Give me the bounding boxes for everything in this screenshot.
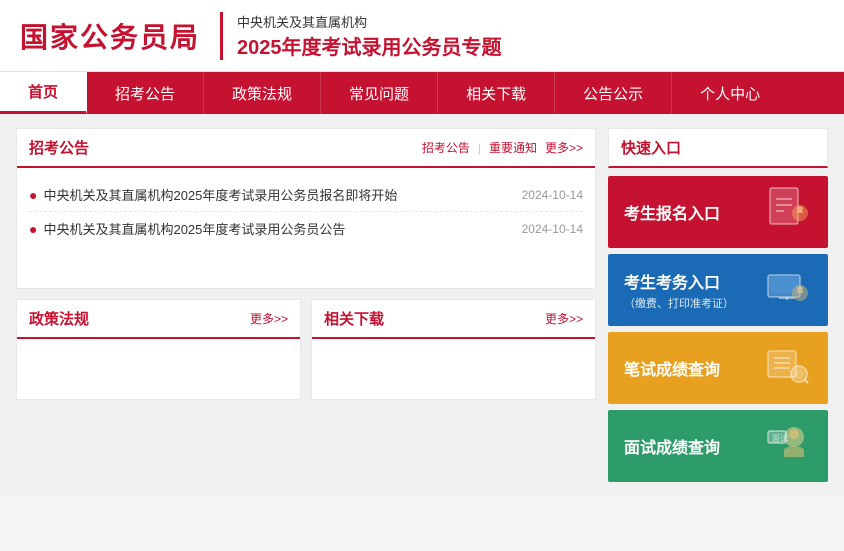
news-item-1[interactable]: ● 中央机关及其直属机构2025年度考试录用公务员公告 2024-10-14 bbox=[29, 212, 583, 245]
separator: | bbox=[478, 141, 481, 155]
quick-btn-registration-text: 考生报名入口 bbox=[624, 200, 720, 224]
quick-access-header: 快速入口 bbox=[608, 128, 828, 168]
quick-btn-exam-text: 考生考务入口 （缴费、打印准考证） bbox=[624, 269, 734, 311]
quick-btn-registration[interactable]: 考生报名入口 bbox=[608, 176, 828, 248]
news-item-0[interactable]: ● 中央机关及其直属机构2025年度考试录用公务员报名即将开始 2024-10-… bbox=[29, 178, 583, 212]
quick-buttons: 考生报名入口 考生考务入口 bbox=[608, 176, 828, 482]
news-bullet-1: ● bbox=[29, 221, 37, 237]
related-title: 相关下载 bbox=[324, 308, 384, 329]
announcement-panel: 招考公告 招考公告 | 重要通知 更多>> ● 中央机关及其直属机构2025年度… bbox=[16, 128, 596, 289]
quick-btn-interview-label: 面试成绩查询 bbox=[624, 434, 720, 458]
announcement-title: 招考公告 bbox=[29, 137, 89, 158]
nav-item-announcement[interactable]: 招考公告 bbox=[87, 72, 204, 114]
news-title-1[interactable]: 中央机关及其直属机构2025年度考试录用公务员公告 bbox=[43, 219, 511, 238]
related-more[interactable]: 更多>> bbox=[545, 310, 583, 327]
left-panel: 招考公告 招考公告 | 重要通知 更多>> ● 中央机关及其直属机构2025年度… bbox=[16, 128, 596, 482]
subtitle-bottom: 2025年度考试录用公务员专题 bbox=[237, 31, 502, 60]
announcement-header-right: 招考公告 | 重要通知 更多>> bbox=[422, 139, 583, 156]
bottom-panels: 政策法规 更多>> 相关下载 更多>> bbox=[16, 299, 596, 400]
announcement-more[interactable]: 更多>> bbox=[545, 139, 583, 156]
filter-link-1[interactable]: 招考公告 bbox=[422, 139, 470, 156]
news-title-0[interactable]: 中央机关及其直属机构2025年度考试录用公务员报名即将开始 bbox=[43, 185, 511, 204]
quick-btn-interview-text: 面试成绩查询 bbox=[624, 434, 720, 458]
quick-btn-registration-label: 考生报名入口 bbox=[624, 200, 720, 224]
quick-access-title: 快速入口 bbox=[621, 140, 681, 157]
nav-item-policy[interactable]: 政策法规 bbox=[204, 72, 321, 114]
header: 国家公务员局 中央机关及其直属机构 2025年度考试录用公务员专题 bbox=[0, 0, 844, 72]
quick-btn-score-label: 笔试成绩查询 bbox=[624, 356, 720, 380]
registration-icon bbox=[762, 183, 812, 242]
policy-body bbox=[17, 339, 300, 399]
announcement-panel-header: 招考公告 招考公告 | 重要通知 更多>> bbox=[17, 129, 595, 168]
policy-title: 政策法规 bbox=[29, 308, 89, 329]
news-date-0: 2024-10-14 bbox=[522, 188, 583, 202]
quick-btn-score-text: 笔试成绩查询 bbox=[624, 356, 720, 380]
quick-btn-exam[interactable]: 考生考务入口 （缴费、打印准考证） bbox=[608, 254, 828, 326]
announcement-body: ● 中央机关及其直属机构2025年度考试录用公务员报名即将开始 2024-10-… bbox=[17, 168, 595, 288]
related-panel-header: 相关下载 更多>> bbox=[312, 300, 595, 339]
nav-item-notice[interactable]: 公告公示 bbox=[555, 72, 672, 114]
subtitle-top: 中央机关及其直属机构 bbox=[237, 12, 502, 31]
main-content: 招考公告 招考公告 | 重要通知 更多>> ● 中央机关及其直属机构2025年度… bbox=[0, 114, 844, 496]
logo: 国家公务员局 bbox=[20, 16, 200, 56]
quick-btn-interview[interactable]: 面试成绩查询 面试 bbox=[608, 410, 828, 482]
policy-more[interactable]: 更多>> bbox=[250, 310, 288, 327]
news-date-1: 2024-10-14 bbox=[522, 222, 583, 236]
main-nav: 首页 招考公告 政策法规 常见问题 相关下载 公告公示 个人中心 bbox=[0, 72, 844, 114]
quick-btn-exam-sublabel: （缴费、打印准考证） bbox=[624, 295, 734, 311]
right-panel: 快速入口 考生报名入口 bbox=[608, 128, 828, 482]
related-downloads-panel: 相关下载 更多>> bbox=[311, 299, 596, 400]
score-icon bbox=[762, 339, 812, 398]
interview-icon: 面试 bbox=[762, 417, 812, 476]
filter-link-2[interactable]: 重要通知 bbox=[489, 139, 537, 156]
nav-item-faq[interactable]: 常见问题 bbox=[321, 72, 438, 114]
exam-icon bbox=[762, 261, 812, 320]
news-bullet-0: ● bbox=[29, 187, 37, 203]
svg-text:面试: 面试 bbox=[772, 433, 788, 443]
nav-item-home[interactable]: 首页 bbox=[0, 72, 87, 114]
nav-item-personal[interactable]: 个人中心 bbox=[672, 72, 788, 114]
quick-btn-score[interactable]: 笔试成绩查询 bbox=[608, 332, 828, 404]
related-body bbox=[312, 339, 595, 399]
quick-btn-exam-label: 考生考务入口 bbox=[624, 269, 734, 293]
nav-item-download[interactable]: 相关下载 bbox=[438, 72, 555, 114]
header-subtitle: 中央机关及其直属机构 2025年度考试录用公务员专题 bbox=[220, 12, 502, 60]
policy-panel: 政策法规 更多>> bbox=[16, 299, 301, 400]
policy-panel-header: 政策法规 更多>> bbox=[17, 300, 300, 339]
